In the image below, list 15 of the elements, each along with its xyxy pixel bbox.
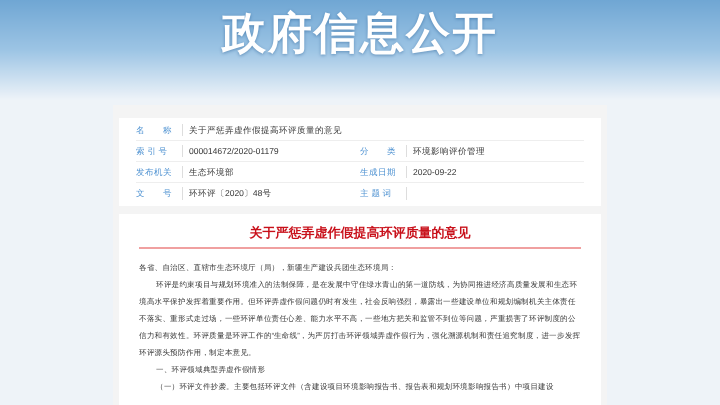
field-label: 主 题 词	[360, 187, 407, 200]
field-label: 文 号	[136, 187, 183, 200]
field-label: 发布机关	[136, 166, 183, 178]
field-value: 关于严惩弄虚作假提高环评质量的意见	[189, 124, 342, 136]
field-label: 分 类	[360, 144, 407, 158]
field-label: 索 引 号	[136, 144, 183, 158]
field-label: 生成日期	[360, 166, 407, 178]
field-value: 000014672/2020-01179	[189, 144, 279, 158]
field-value: 环环评〔2020〕48号	[189, 187, 272, 200]
field-value: 环境影响评价管理	[413, 144, 485, 158]
field-label: 名 称	[136, 124, 183, 136]
document-title: 关于严惩弄虚作假提高环评质量的意见	[248, 224, 472, 242]
field-value: 生态环境部	[189, 166, 234, 178]
field-value: 2020-09-22	[413, 166, 456, 178]
banner-title: 政府信息公开	[222, 8, 498, 60]
